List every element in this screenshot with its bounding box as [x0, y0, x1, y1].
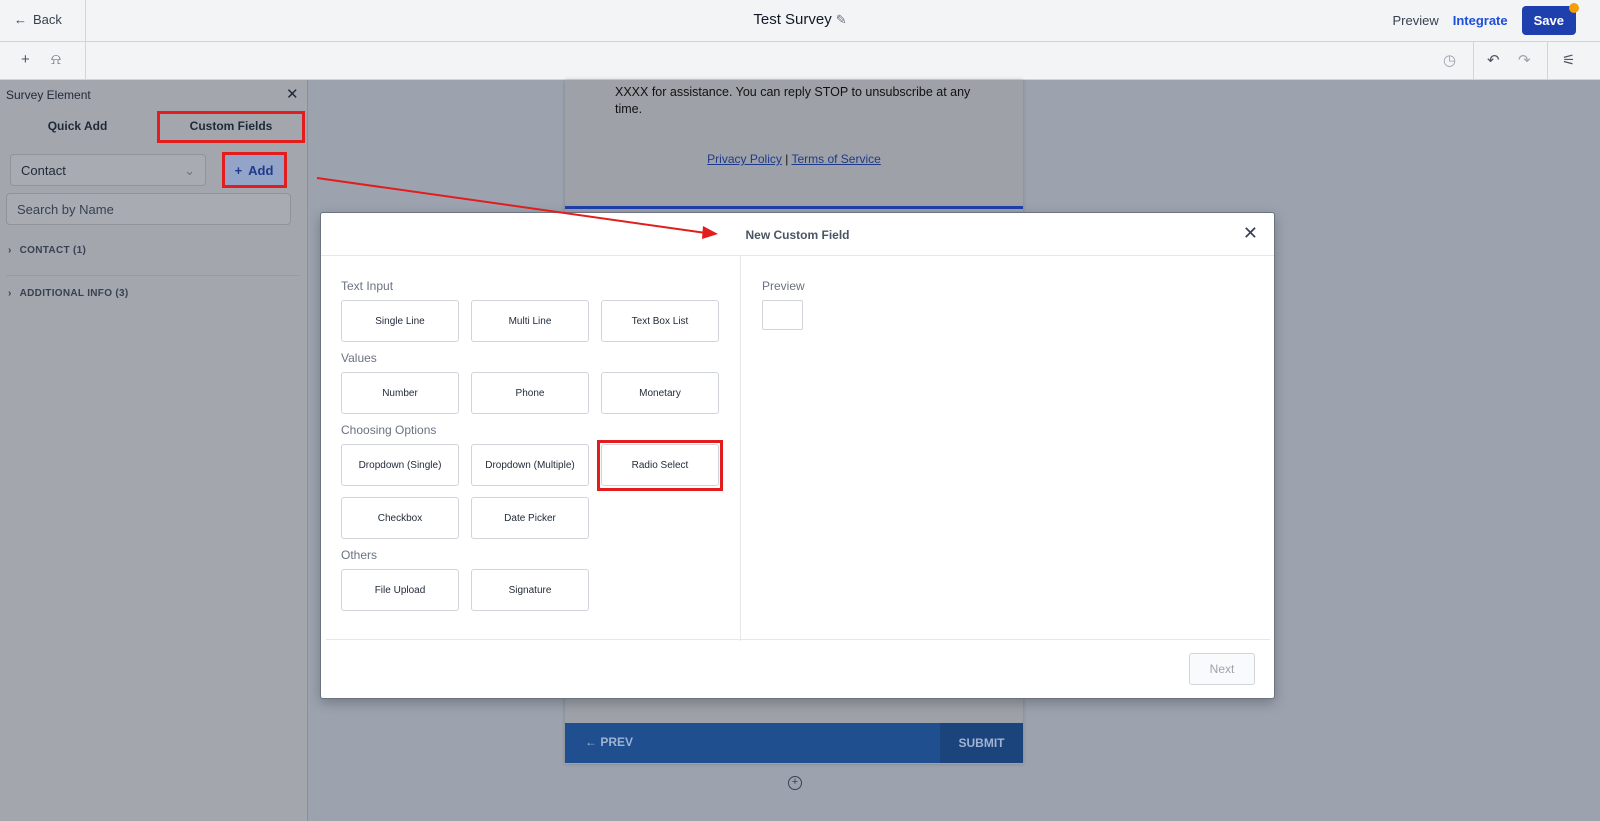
modal-title: New Custom Field: [745, 228, 850, 242]
group-contact[interactable]: › CONTACT (1): [8, 245, 86, 256]
header-actions: Preview Integrate Save: [1392, 3, 1579, 35]
plus-icon[interactable]: +: [21, 51, 30, 68]
object-select[interactable]: Contact ⌄: [10, 154, 206, 186]
divider: [326, 639, 1270, 640]
section-others: Others: [341, 548, 378, 562]
section-values: Values: [341, 351, 377, 365]
field-type-monetary[interactable]: Monetary: [601, 372, 719, 414]
prev-button[interactable]: ← PREV: [585, 735, 633, 749]
history-icon[interactable]: ◷: [1443, 51, 1456, 69]
privacy-policy-link[interactable]: Privacy Policy: [707, 152, 782, 166]
chevron-down-icon: ⌄: [184, 163, 195, 178]
editor-toolbar: + ⍾ ◷ ↶ ↷ ⚟: [0, 42, 1600, 80]
group-additional-info[interactable]: › ADDITIONAL INFO (3): [8, 288, 129, 299]
field-type-phone[interactable]: Phone: [471, 372, 589, 414]
search-input[interactable]: Search by Name: [6, 193, 291, 225]
modal-header: New Custom Field ✕: [321, 213, 1274, 256]
highlight-box: [222, 152, 287, 188]
field-type-multi-line[interactable]: Multi Line: [471, 300, 589, 342]
divider: [1547, 42, 1548, 80]
survey-nav-bar: ← PREV SUBMIT: [565, 723, 1023, 763]
settings-sliders-icon[interactable]: ⚟: [1562, 51, 1575, 69]
section-choosing-options: Choosing Options: [341, 423, 437, 437]
bell-icon[interactable]: ⍾: [51, 51, 61, 68]
redo-icon[interactable]: ↷: [1518, 51, 1531, 69]
arrow-left-icon: ←: [585, 735, 601, 749]
link-separator: |: [785, 152, 789, 166]
field-preview: [762, 300, 803, 330]
field-type-text-box-list[interactable]: Text Box List: [601, 300, 719, 342]
field-type-single-line[interactable]: Single Line: [341, 300, 459, 342]
close-icon[interactable]: ✕: [1243, 223, 1258, 244]
consent-text: XXXX for assistance. You can reply STOP …: [615, 85, 971, 116]
close-icon[interactable]: ✕: [286, 85, 299, 103]
field-type-number[interactable]: Number: [341, 372, 459, 414]
save-label: Save: [1533, 13, 1564, 28]
tab-label: Quick Add: [47, 119, 108, 133]
object-select-value: Contact: [21, 163, 66, 178]
section-text-input: Text Input: [341, 279, 394, 293]
page-divider: [565, 206, 1023, 209]
divider: [6, 275, 300, 276]
plus-circle-icon[interactable]: +: [788, 776, 802, 790]
chevron-right-icon: ›: [8, 288, 12, 299]
integrate-link[interactable]: Integrate: [1453, 13, 1508, 28]
group-label: ADDITIONAL INFO (3): [19, 288, 129, 299]
survey-element-panel: Survey Element ✕ Quick Add Custom Fields…: [0, 80, 308, 821]
survey-title: Test Survey ✎: [0, 11, 1600, 28]
next-button[interactable]: Next: [1189, 653, 1255, 685]
divider: [85, 42, 86, 80]
highlight-box: [597, 440, 723, 491]
new-custom-field-modal: New Custom Field ✕ Text Input Single Lin…: [320, 212, 1275, 699]
panel-title: Survey Element: [6, 88, 91, 102]
field-type-checkbox[interactable]: Checkbox: [341, 497, 459, 539]
field-type-file-upload[interactable]: File Upload: [341, 569, 459, 611]
submit-button[interactable]: SUBMIT: [940, 723, 1023, 763]
survey-title-text: Test Survey: [753, 11, 832, 28]
tab-quick-add[interactable]: Quick Add: [0, 110, 155, 142]
submit-label: SUBMIT: [958, 736, 1005, 750]
field-type-date-picker[interactable]: Date Picker: [471, 497, 589, 539]
preview-heading: Preview: [762, 279, 805, 293]
field-type-dropdown-single[interactable]: Dropdown (Single): [341, 444, 459, 486]
pencil-icon[interactable]: ✎: [836, 12, 847, 27]
terms-of-service-link[interactable]: Terms of Service: [791, 152, 880, 166]
undo-icon[interactable]: ↶: [1487, 51, 1500, 69]
legal-links: Privacy Policy | Terms of Service: [565, 152, 1023, 166]
highlight-box: [157, 111, 305, 143]
chevron-right-icon: ›: [8, 245, 12, 256]
field-type-signature[interactable]: Signature: [471, 569, 589, 611]
unsaved-dot: [1569, 3, 1579, 13]
save-button[interactable]: Save: [1521, 3, 1579, 35]
search-placeholder: Search by Name: [17, 202, 114, 217]
group-label: CONTACT (1): [19, 245, 87, 256]
preview-link[interactable]: Preview: [1392, 13, 1438, 28]
prev-label: PREV: [600, 735, 634, 749]
divider: [1473, 42, 1474, 80]
field-type-dropdown-multiple[interactable]: Dropdown (Multiple): [471, 444, 589, 486]
top-bar: ← Back Test Survey ✎ Preview Integrate Sa…: [0, 0, 1600, 42]
